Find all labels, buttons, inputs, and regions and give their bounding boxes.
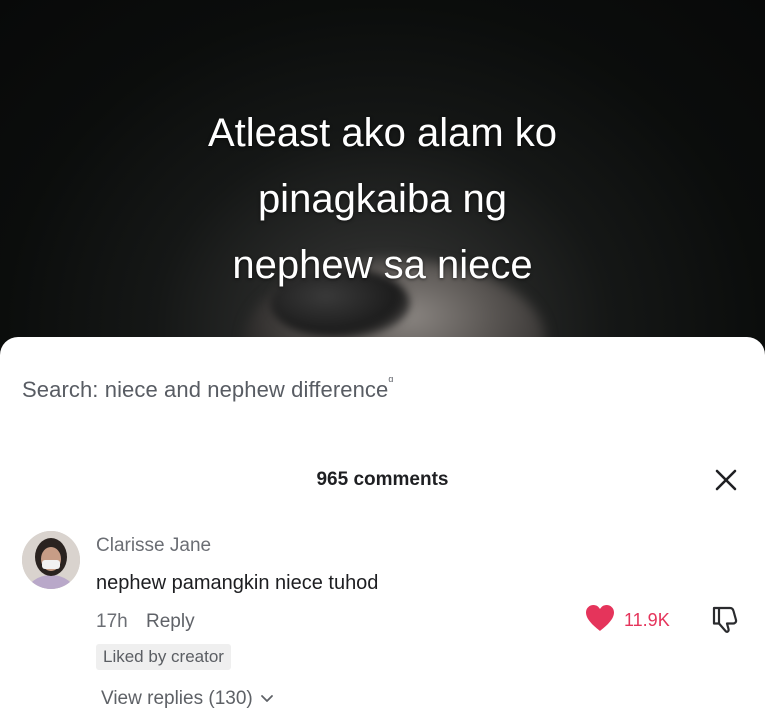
reply-button[interactable]: Reply [146, 611, 195, 633]
comment-text: nephew pamangkin niece tuhod [96, 572, 379, 594]
close-icon[interactable] [711, 465, 741, 495]
video-caption: Atleast ako alam ko pinagkaiba ng nephew… [207, 111, 558, 287]
comments-count: 965 comments [316, 469, 449, 490]
heart-icon [584, 603, 616, 638]
view-replies-label: View replies (130) [101, 688, 253, 709]
avatar[interactable] [22, 531, 80, 589]
search-icon: ᵅ [388, 373, 394, 388]
search-query: niece and nephew difference [104, 377, 389, 402]
search-prefix: Search: [22, 377, 105, 402]
like-count: 11.9K [624, 609, 670, 630]
dislike-icon[interactable] [710, 604, 742, 634]
view-replies-button[interactable]: View replies (130) [101, 688, 274, 710]
video-frame[interactable]: Atleast ako alam ko pinagkaiba ng nephew… [0, 0, 765, 345]
search-suggestion[interactable]: Search: niece and nephew differenceᵅ [22, 373, 393, 403]
comment-time: 17h [96, 611, 128, 632]
chevron-down-icon [258, 688, 274, 709]
liked-by-creator-badge: Liked by creator [96, 644, 231, 670]
comment-author[interactable]: Clarisse Jane [96, 535, 211, 557]
like-button[interactable]: 11.9K [584, 603, 670, 637]
